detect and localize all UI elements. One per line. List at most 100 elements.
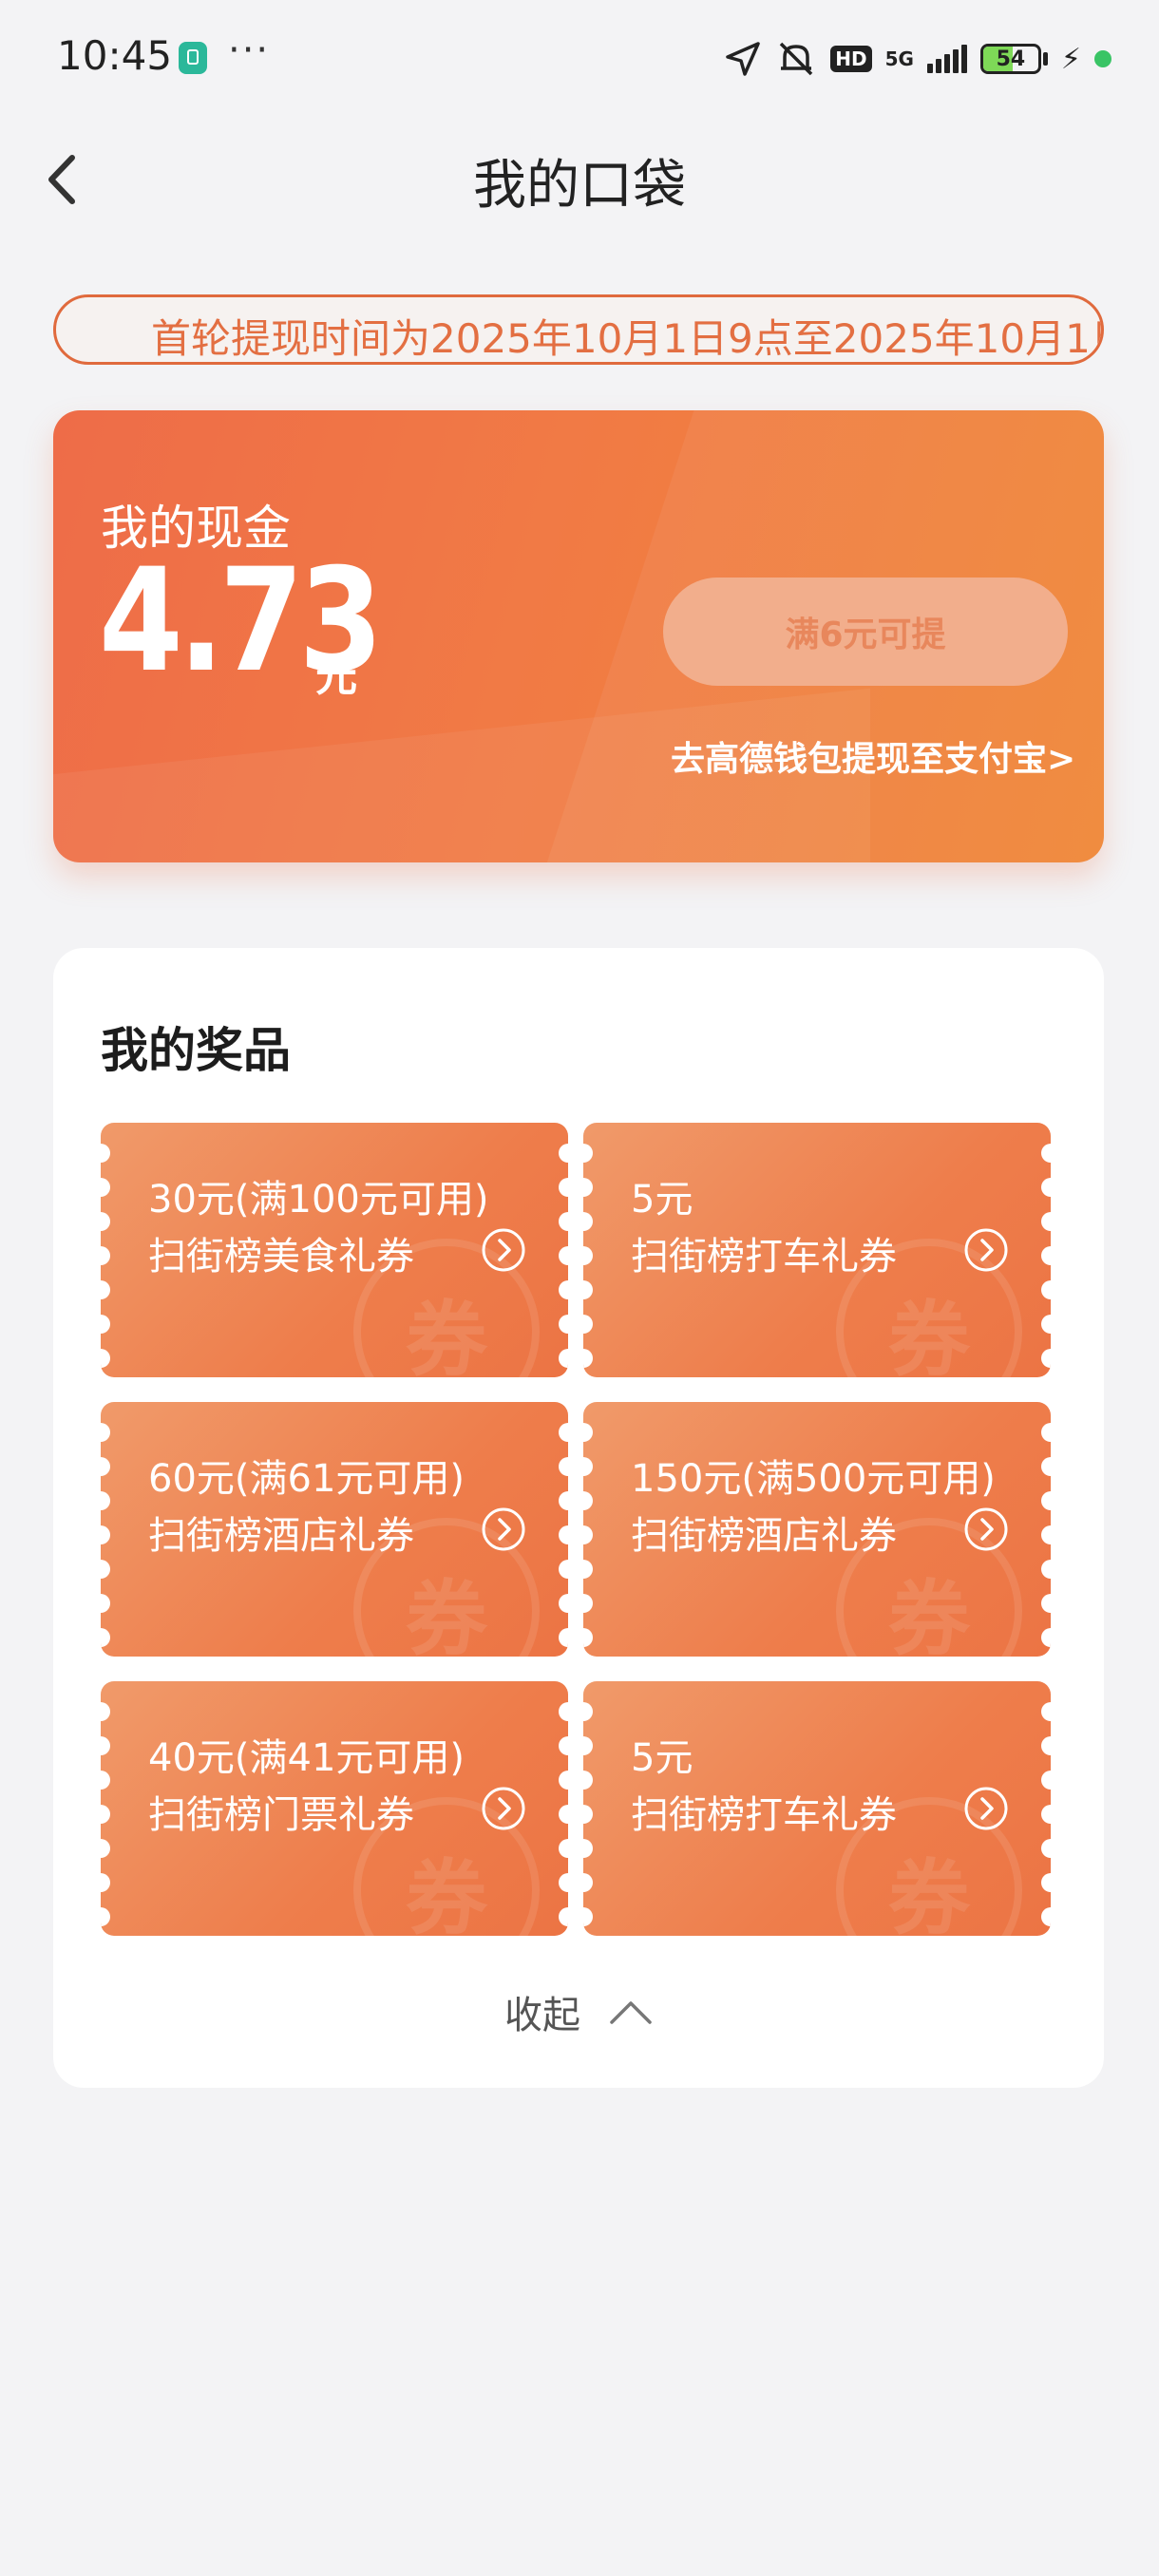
coupon-notch (101, 1771, 110, 1790)
coupon-notch (1041, 1839, 1051, 1858)
hd-icon: HD (830, 46, 872, 72)
coupon-name: 扫街榜打车礼券 (631, 1793, 897, 1837)
coupon-notch (101, 1594, 110, 1613)
status-icons: HD 5G 54 ⚡ (724, 36, 1112, 82)
coupon-notch (559, 1771, 568, 1790)
coupon-notch (559, 1736, 568, 1755)
coupon-notch (1041, 1525, 1051, 1544)
coupon-notch (101, 1805, 110, 1824)
coupon-card[interactable]: 券 40元(满41元可用) 扫街榜门票礼券 (101, 1681, 568, 1936)
coupon-name: 扫街榜酒店礼券 (148, 1514, 414, 1558)
coupon-notch (101, 1178, 110, 1197)
coupon-notch (101, 1349, 110, 1368)
coupon-notch (1041, 1736, 1051, 1755)
coupon-amount: 150元(满500元可用) (631, 1457, 996, 1501)
coupon-notch (1041, 1178, 1051, 1197)
coupon-notch (101, 1457, 110, 1476)
coupon-notch (583, 1457, 593, 1476)
coupon-notch (583, 1144, 593, 1163)
coupon-notch (583, 1594, 593, 1613)
chevron-right-circle-icon[interactable] (963, 1227, 1009, 1273)
coupon-name: 扫街榜酒店礼券 (631, 1514, 897, 1558)
coupon-notch (559, 1315, 568, 1334)
coupon-amount: 60元(满61元可用) (148, 1457, 466, 1501)
coupon-notch (583, 1628, 593, 1647)
alipay-withdraw-link[interactable]: 去高德钱包提现至支付宝> (671, 731, 1075, 781)
coupon-amount: 40元(满41元可用) (148, 1736, 466, 1780)
coupon-notch (559, 1246, 568, 1265)
coupon-card[interactable]: 券 5元 扫街榜打车礼券 (583, 1123, 1051, 1377)
chevron-right-circle-icon[interactable] (963, 1786, 1009, 1831)
status-time: 10:45 (57, 32, 173, 79)
coupon-notch (559, 1873, 568, 1892)
battery-percent: 54 (996, 47, 1026, 71)
coupon-notch (583, 1805, 593, 1824)
coupon-notch (583, 1246, 593, 1265)
coupon-notch (559, 1907, 568, 1926)
prizes-title: 我的奖品 (101, 1023, 291, 1078)
coupon-notch (1041, 1315, 1051, 1334)
coupon-notch (1041, 1491, 1051, 1510)
coupon-notch (559, 1178, 568, 1197)
coupon-notch (1041, 1280, 1051, 1299)
coupon-notch (101, 1212, 110, 1231)
coupon-notch (559, 1628, 568, 1647)
coupon-notch (583, 1560, 593, 1579)
coupon-notch (101, 1315, 110, 1334)
coupon-notch (559, 1457, 568, 1476)
coupon-amount: 30元(满100元可用) (148, 1178, 489, 1222)
chevron-up-icon (610, 2001, 652, 2024)
coupon-card[interactable]: 券 150元(满500元可用) 扫街榜酒店礼券 (583, 1402, 1051, 1657)
coupon-notch (559, 1839, 568, 1858)
coupon-notch (1041, 1702, 1051, 1721)
coupon-notch (559, 1525, 568, 1544)
coupon-notch (1041, 1457, 1051, 1476)
coupon-name: 扫街榜门票礼券 (148, 1793, 414, 1837)
coupon-notch (1041, 1349, 1051, 1368)
privacy-indicator-dot (1094, 50, 1112, 67)
chevron-right-circle-icon[interactable] (481, 1786, 526, 1831)
notice-text: 首轮提现时间为2025年10月1日9点至2025年10月1日2 (151, 315, 1104, 362)
coupon-card[interactable]: 券 5元 扫街榜打车礼券 (583, 1681, 1051, 1936)
cash-unit: 元 (315, 653, 357, 701)
coupon-notch (101, 1246, 110, 1265)
coupon-notch (1041, 1594, 1051, 1613)
network-type-icon: 5G (884, 47, 914, 70)
coupon-notch (101, 1280, 110, 1299)
coupon-notch (583, 1178, 593, 1197)
collapse-button[interactable]: 收起 (53, 1978, 1104, 2046)
coupon-card[interactable]: 券 60元(满61元可用) 扫街榜酒店礼券 (101, 1402, 568, 1657)
chevron-right-circle-icon[interactable] (481, 1227, 526, 1273)
coupon-notch (1041, 1246, 1051, 1265)
coupon-notch (1041, 1423, 1051, 1442)
coupon-notch (583, 1702, 593, 1721)
coupon-notch (101, 1736, 110, 1755)
charging-icon: ⚡ (1060, 42, 1081, 76)
coupon-notch (583, 1839, 593, 1858)
coupon-notch (101, 1907, 110, 1926)
coupon-notch (583, 1315, 593, 1334)
coupon-notch (583, 1525, 593, 1544)
page-title: 我的口袋 (473, 155, 686, 217)
mute-bell-icon (775, 40, 817, 78)
coupon-notch (1041, 1560, 1051, 1579)
coupon-notch (1041, 1628, 1051, 1647)
coupon-notch (559, 1491, 568, 1510)
coupon-notch (101, 1873, 110, 1892)
battery-icon: 54 (979, 44, 1041, 74)
coupon-notch (583, 1907, 593, 1926)
coupon-notch (559, 1805, 568, 1824)
coupon-notch (101, 1628, 110, 1647)
coupon-notch (559, 1560, 568, 1579)
coupon-notch (559, 1702, 568, 1721)
coupon-card[interactable]: 券 30元(满100元可用) 扫街榜美食礼券 (101, 1123, 568, 1377)
withdraw-button[interactable]: 满6元可提 (663, 578, 1068, 686)
collapse-label: 收起 (504, 1994, 580, 2037)
withdraw-notice-banner: 首轮提现时间为2025年10月1日9点至2025年10月1日2 (53, 294, 1104, 365)
coupon-notch (101, 1144, 110, 1163)
chevron-right-circle-icon[interactable] (481, 1506, 526, 1552)
coupon-notch (583, 1491, 593, 1510)
coupon-name: 扫街榜美食礼券 (148, 1235, 414, 1279)
chevron-right-circle-icon[interactable] (963, 1506, 1009, 1552)
status-bar: 10:45 ··· HD 5G 54 ⚡ (0, 0, 1159, 114)
